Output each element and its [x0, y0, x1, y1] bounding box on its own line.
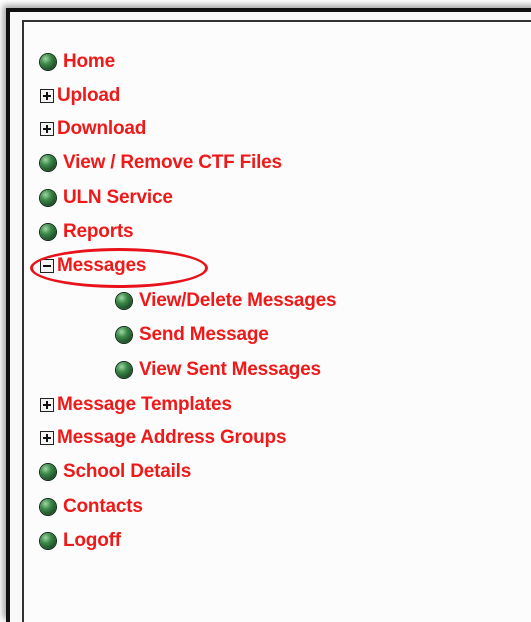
menu-link-uln-service[interactable]: ULN Service: [63, 188, 173, 208]
menu-link-reports[interactable]: Reports: [63, 222, 134, 242]
menu-item-message-templates[interactable]: Message Templates: [40, 395, 232, 415]
expand-plus-icon[interactable]: [40, 122, 54, 136]
menu-link-messages[interactable]: Messages: [57, 256, 146, 276]
menu-link-view-delete-messages[interactable]: View/Delete Messages: [139, 291, 337, 311]
menu-link-message-address-groups[interactable]: Message Address Groups: [57, 428, 287, 448]
menu-item-message-address-groups[interactable]: Message Address Groups: [40, 428, 287, 448]
menu-item-logoff[interactable]: Logoff: [40, 531, 121, 551]
menu-item-messages[interactable]: Messages: [40, 256, 146, 276]
menu-link-home[interactable]: Home: [63, 52, 115, 72]
collapse-minus-icon[interactable]: [40, 259, 54, 273]
bullet-icon: [40, 533, 56, 549]
bullet-icon: [40, 499, 56, 515]
menu-link-school-details[interactable]: School Details: [63, 462, 191, 482]
bullet-icon: [40, 464, 56, 480]
menu-item-uln-service[interactable]: ULN Service: [40, 188, 173, 208]
expand-plus-icon[interactable]: [40, 431, 54, 445]
expand-plus-icon[interactable]: [40, 398, 54, 412]
menu-item-view-remove-ctf-files[interactable]: View / Remove CTF Files: [40, 153, 282, 173]
menu-link-download[interactable]: Download: [57, 119, 146, 139]
menu-link-contacts[interactable]: Contacts: [63, 497, 143, 517]
menu-link-upload[interactable]: Upload: [57, 86, 120, 106]
bullet-icon: [116, 293, 132, 309]
menu-item-school-details[interactable]: School Details: [40, 462, 191, 482]
menu-item-upload[interactable]: Upload: [40, 86, 120, 106]
submenu-item-send-message[interactable]: Send Message: [116, 325, 269, 345]
menu-link-message-templates[interactable]: Message Templates: [57, 395, 232, 415]
menu-link-view-sent-messages[interactable]: View Sent Messages: [139, 360, 321, 380]
bullet-icon: [40, 190, 56, 206]
menu-link-logoff[interactable]: Logoff: [63, 531, 121, 551]
menu-item-download[interactable]: Download: [40, 119, 146, 139]
menu-item-contacts[interactable]: Contacts: [40, 497, 143, 517]
bullet-icon: [116, 362, 132, 378]
menu-item-home[interactable]: Home: [40, 52, 115, 72]
menu-link-view-remove-ctf-files[interactable]: View / Remove CTF Files: [63, 153, 282, 173]
bullet-icon: [116, 327, 132, 343]
menu-item-reports[interactable]: Reports: [40, 222, 134, 242]
menu-link-send-message[interactable]: Send Message: [139, 325, 269, 345]
bullet-icon: [40, 155, 56, 171]
screenshot-frame: Home Upload Download View / Remove CTF F…: [0, 0, 531, 622]
submenu-item-view-sent-messages[interactable]: View Sent Messages: [116, 360, 321, 380]
bullet-icon: [40, 224, 56, 240]
expand-plus-icon[interactable]: [40, 89, 54, 103]
bullet-icon: [40, 54, 56, 70]
submenu-item-view-delete-messages[interactable]: View/Delete Messages: [116, 291, 337, 311]
